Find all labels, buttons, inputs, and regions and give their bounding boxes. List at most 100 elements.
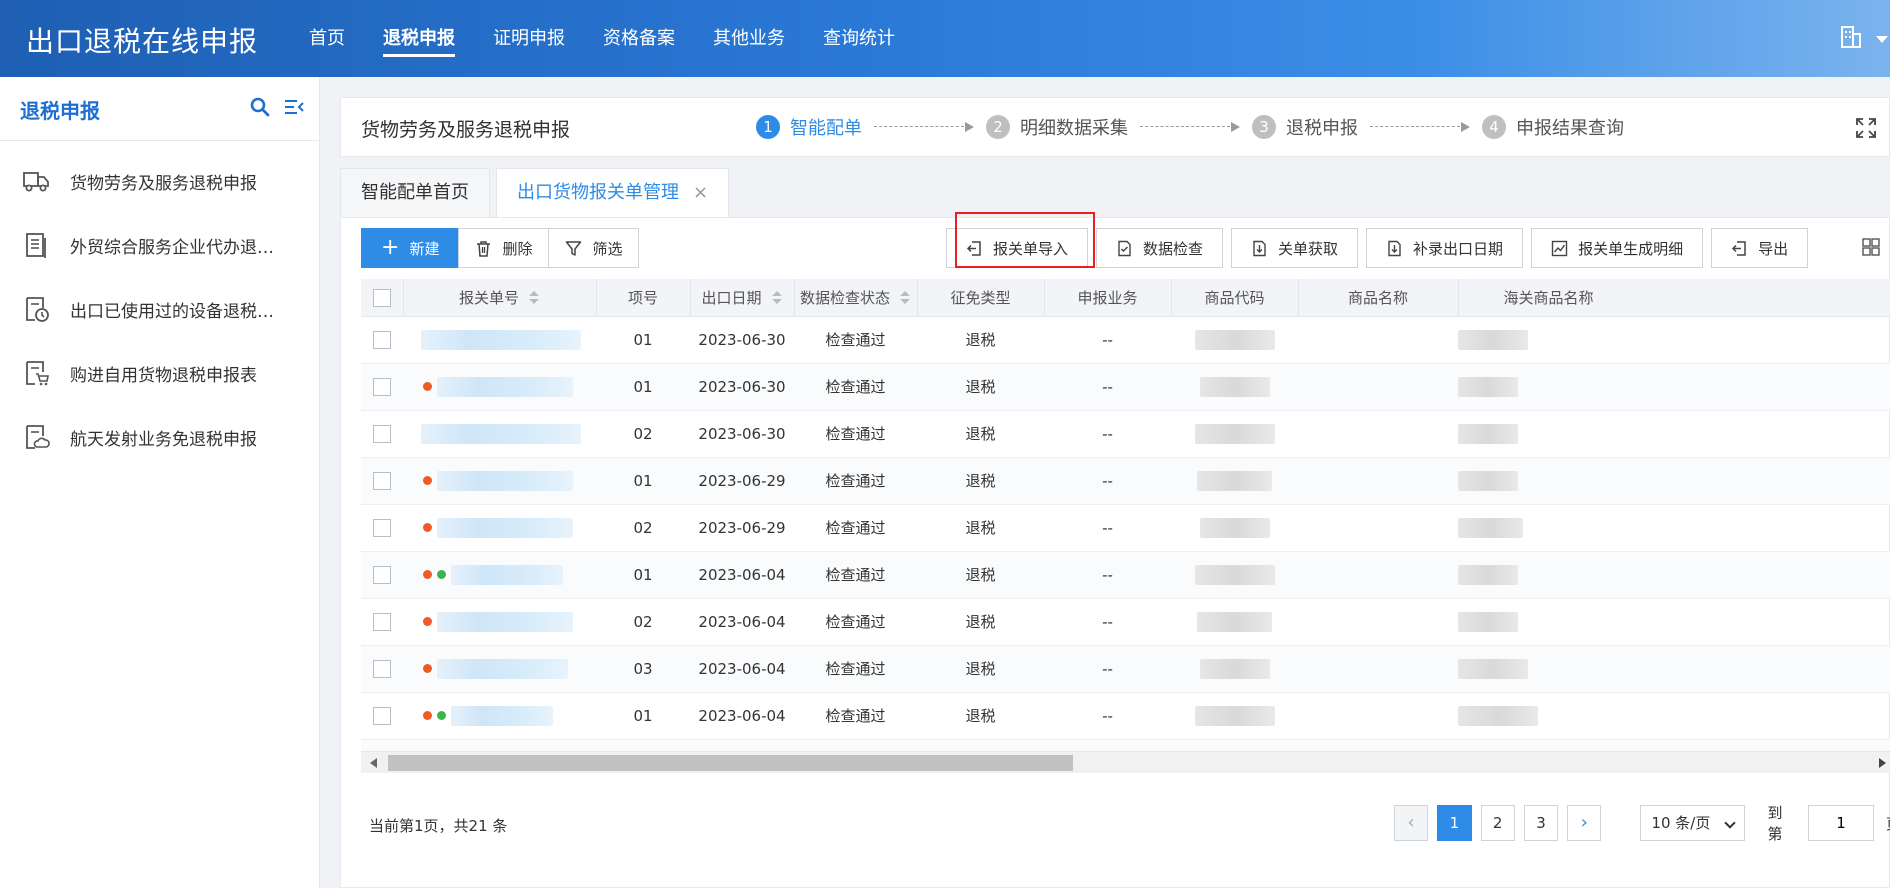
data-check-button[interactable]: 数据检查 — [1096, 228, 1224, 268]
table-row[interactable]: 02 2023-06-04 检查通过 退税 -- — [361, 598, 1890, 646]
cell-declaration-no[interactable] — [403, 598, 596, 646]
tab-customs-declaration-mgmt[interactable]: 出口货物报关单管理 × — [496, 168, 730, 218]
fetch-declaration-button[interactable]: 关单获取 — [1231, 228, 1359, 268]
nav-item-other[interactable]: 其他业务 — [694, 0, 804, 77]
truck-icon — [23, 172, 49, 192]
redacted-customs-goods-name — [1458, 611, 1518, 632]
cell-check-status: 检查通过 — [794, 457, 917, 505]
redacted-customs-goods-name — [1458, 705, 1538, 726]
cell-declaration-no[interactable] — [403, 739, 596, 751]
cell-declare-business: -- — [1044, 410, 1171, 458]
sort-icon[interactable] — [900, 291, 911, 305]
cell-declaration-no[interactable] — [403, 410, 596, 458]
sidebar-item-used-equipment[interactable]: 出口已使用过的设备退税申报 — [0, 277, 319, 341]
sidebar-item-label: 购进自用货物退税申报表 — [70, 365, 257, 386]
add-export-date-button[interactable]: 补录出口日期 — [1366, 228, 1524, 268]
page-button-2[interactable]: 2 — [1480, 805, 1515, 841]
row-select-cell — [361, 598, 403, 646]
tab-smart-match-home[interactable]: 智能配单首页 — [340, 168, 490, 218]
row-checkbox[interactable] — [373, 330, 391, 349]
table-row[interactable]: 012023-05-30检查通过退税-- — [361, 739, 1890, 751]
nav-item-tax-refund[interactable]: 退税申报 — [364, 0, 474, 77]
page-button-1[interactable]: 1 — [1437, 805, 1472, 841]
cell-declaration-no[interactable] — [403, 457, 596, 505]
row-checkbox[interactable] — [373, 659, 391, 678]
delete-button[interactable]: 删除 — [458, 228, 550, 268]
close-icon[interactable]: × — [693, 182, 708, 203]
nav-item-certificate[interactable]: 证明申报 — [474, 0, 584, 77]
col-export-date[interactable]: 出口日期 — [690, 279, 795, 317]
status-dot-red — [423, 711, 432, 720]
page-button-3[interactable]: 3 — [1523, 805, 1559, 841]
sidebar-item-self-use-goods[interactable]: 购进自用货物退税申报表 — [0, 341, 319, 405]
cell-item-no: 02 — [596, 504, 690, 552]
cell-declaration-no[interactable] — [403, 504, 596, 552]
declaration-table: 报关单号 项号 出口日期 数据检查状态 征免类型 申报业务 商品代码 商品名称 … — [361, 279, 1890, 751]
data-check-button-label: 数据检查 — [1143, 239, 1204, 258]
col-check-status[interactable]: 数据检查状态 — [794, 279, 918, 317]
tab-label: 出口货物报关单管理 — [517, 182, 679, 203]
row-checkbox[interactable] — [373, 565, 391, 584]
export-button[interactable]: 导出 — [1711, 228, 1809, 268]
table-row[interactable]: 01 2023-06-04 检查通过 退税 -- — [361, 551, 1890, 599]
scrollbar-thumb[interactable] — [388, 755, 1073, 771]
redacted-declaration-no — [451, 564, 563, 585]
new-button[interactable]: + 新建 — [361, 228, 460, 268]
table-row[interactable]: 02 2023-06-30 检查通过 退税 -- — [361, 410, 1890, 458]
sidebar-item-goods-services-refund[interactable]: 货物劳务及服务退税申报 — [0, 149, 319, 213]
fetch-button-label: 关单获取 — [1278, 239, 1339, 258]
nav-item-qualification[interactable]: 资格备案 — [584, 0, 694, 77]
table-row[interactable]: 01 2023-06-29 检查通过 退税 -- — [361, 457, 1890, 505]
row-checkbox[interactable] — [373, 377, 391, 396]
sidebar-item-aerospace-launch[interactable]: 航天发射业务免退税申报 — [0, 405, 319, 469]
cell-declaration-no[interactable] — [403, 551, 596, 599]
scroll-left-icon[interactable] — [370, 758, 377, 768]
sort-icon[interactable] — [771, 291, 783, 305]
cell-goods-name — [1298, 457, 1458, 505]
cell-declaration-no[interactable] — [403, 645, 596, 693]
sidebar-item-trade-service-agency[interactable]: 外贸综合服务企业代办退税申报 — [0, 213, 319, 277]
row-checkbox[interactable] — [373, 612, 391, 631]
horizontal-scrollbar[interactable] — [361, 751, 1890, 773]
next-page-button[interactable]: › — [1567, 805, 1602, 841]
column-settings-icon[interactable] — [1862, 238, 1880, 256]
cell-declaration-no[interactable] — [403, 316, 596, 364]
row-checkbox[interactable] — [373, 424, 391, 443]
row-checkbox[interactable] — [373, 518, 391, 537]
row-checkbox[interactable] — [373, 706, 391, 725]
goto-page-input[interactable] — [1807, 805, 1874, 841]
select-all-checkbox[interactable] — [372, 288, 391, 307]
nav-item-statistics[interactable]: 查询统计 — [804, 0, 914, 77]
step-detail-collection[interactable]: 2 明细数据采集 — [986, 114, 1128, 140]
prev-page-button[interactable]: ‹ — [1394, 805, 1429, 841]
table-row[interactable]: 01 2023-06-30 检查通过 退税 -- — [361, 316, 1890, 364]
user-menu-caret-icon[interactable] — [1876, 36, 1888, 43]
col-declaration-no[interactable]: 报关单号 — [403, 279, 597, 317]
row-checkbox[interactable] — [373, 471, 391, 490]
cell-customs-goods-name — [1458, 316, 1890, 364]
page-size-select[interactable]: 10 条/页 — [1640, 805, 1746, 841]
filter-button[interactable]: 筛选 — [548, 228, 640, 268]
generate-detail-button[interactable]: 报关单生成明细 — [1531, 228, 1704, 268]
step-smart-match[interactable]: 1 智能配单 — [756, 114, 862, 140]
search-icon[interactable] — [250, 97, 270, 117]
step-result-query[interactable]: 4 申报结果查询 — [1482, 114, 1624, 140]
sort-icon[interactable] — [529, 291, 540, 305]
table-row[interactable]: 02 2023-06-29 检查通过 退税 -- — [361, 504, 1890, 552]
fullscreen-icon[interactable] — [1855, 117, 1877, 139]
cell-declaration-no[interactable] — [403, 692, 596, 740]
cell-declaration-no[interactable] — [403, 363, 596, 411]
scroll-right-icon[interactable] — [1879, 758, 1886, 768]
nav-item-home[interactable]: 首页 — [290, 0, 364, 77]
status-dot-red — [423, 476, 432, 485]
cell-declare-business: -- — [1044, 598, 1171, 646]
table-row[interactable]: 03 2023-06-04 检查通过 退税 -- — [361, 645, 1890, 693]
table-row[interactable]: 01 2023-06-04 检查通过 退税 -- — [361, 692, 1890, 740]
step-refund-declare[interactable]: 3 退税申报 — [1252, 114, 1358, 140]
import-declaration-button[interactable]: 报关单导入 — [946, 228, 1089, 268]
table-row[interactable]: 01 2023-06-30 检查通过 退税 -- — [361, 363, 1890, 411]
cell-goods-name — [1298, 739, 1458, 751]
building-icon[interactable] — [1840, 24, 1862, 48]
redacted-customs-goods-name — [1458, 564, 1518, 585]
collapse-menu-icon[interactable] — [284, 98, 304, 116]
